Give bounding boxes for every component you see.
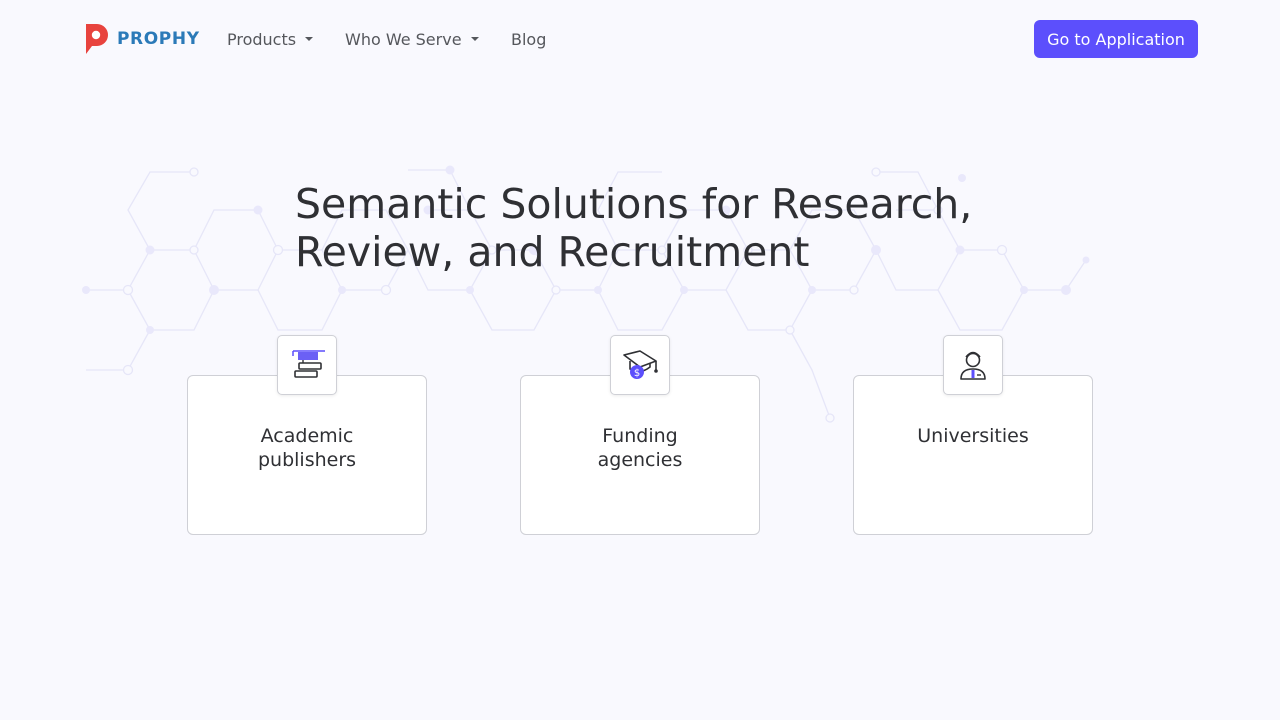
card-universities[interactable]: Universities bbox=[853, 375, 1093, 535]
hero-title-line-1: Semantic Solutions for Research, bbox=[295, 180, 973, 228]
prophy-logo-icon bbox=[86, 24, 108, 54]
student-icon bbox=[960, 351, 986, 380]
brand-logo[interactable]: PROPHY bbox=[82, 22, 200, 56]
graduation-cap-dollar-icon: $ bbox=[623, 350, 658, 379]
card-title: Academic publishers bbox=[188, 424, 426, 472]
card-icon-frame: $ bbox=[610, 335, 670, 395]
card-academic-publishers[interactable]: Academic publishers bbox=[187, 375, 427, 535]
navbar: PROPHY Products Who We Serve Blog Go to … bbox=[0, 0, 1280, 78]
books-icon bbox=[292, 350, 325, 378]
card-title: Funding agencies bbox=[521, 424, 759, 472]
svg-text:$: $ bbox=[634, 368, 640, 379]
card-title-line-2: publishers bbox=[257, 449, 357, 471]
nav-blog[interactable]: Blog bbox=[511, 28, 546, 50]
nav-products[interactable]: Products bbox=[227, 28, 314, 50]
card-title-line-2: agencies bbox=[597, 449, 683, 471]
go-to-application-button[interactable]: Go to Application bbox=[1034, 20, 1198, 58]
card-funding-agencies[interactable]: Funding agencies bbox=[520, 375, 760, 535]
hero-title-line-2: Review, and Recruitment bbox=[295, 228, 810, 276]
chevron-down-icon bbox=[470, 37, 479, 41]
card-title: Universities bbox=[854, 424, 1092, 448]
chevron-down-icon bbox=[305, 37, 314, 41]
card-icon-frame bbox=[943, 335, 1003, 395]
nav-products-label: Products bbox=[227, 29, 297, 49]
hero-title: Semantic Solutions for Research, Review,… bbox=[295, 180, 1015, 276]
card-icon-frame bbox=[277, 335, 337, 395]
card-title-line-1: Academic bbox=[260, 425, 354, 447]
card-title-line-1: Funding bbox=[602, 425, 678, 447]
nav-who-we-serve-label: Who We Serve bbox=[345, 29, 462, 49]
brand-name: PROPHY bbox=[117, 29, 200, 49]
card-title-line-1: Universities bbox=[917, 425, 1029, 447]
nav-blog-label: Blog bbox=[511, 29, 547, 49]
nav-who-we-serve[interactable]: Who We Serve bbox=[345, 28, 479, 50]
